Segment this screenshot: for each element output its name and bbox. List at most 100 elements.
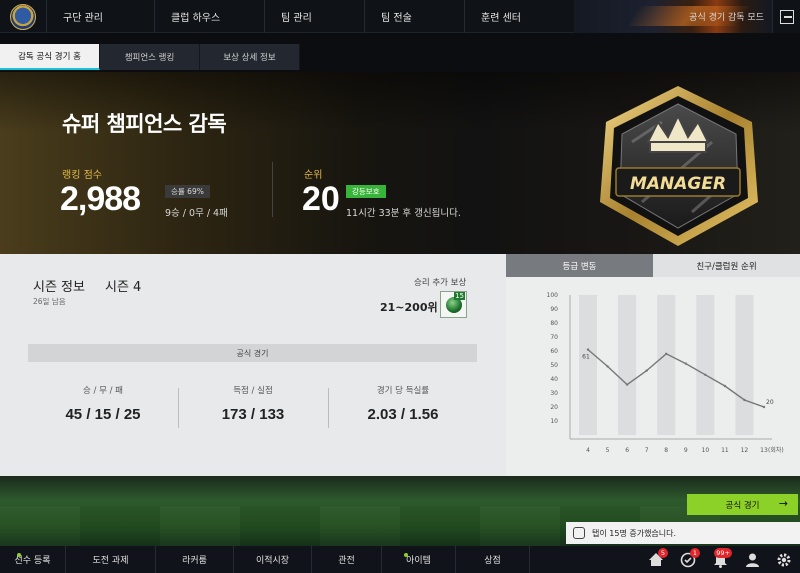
bnav-locker-room[interactable]: 라커룸 — [156, 546, 234, 573]
promo-text: 공식 경기 감독 모드 — [689, 13, 764, 23]
win-reward-label: 승리 추가 보상 — [414, 278, 467, 288]
stat-label: 득점 / 실점 — [233, 386, 273, 396]
rank-point — [606, 365, 609, 368]
rank-point — [645, 369, 648, 372]
gear-icon[interactable] — [768, 546, 800, 573]
rank-point — [762, 405, 766, 409]
stat-label: 승 / 무 / 패 — [83, 386, 123, 396]
bell-badge: 99+ — [714, 548, 732, 558]
rank-point — [723, 384, 727, 388]
tab-champions-ranking[interactable]: 챔피언스 랭킹 — [100, 44, 200, 70]
stat-goals: 득점 / 실점 173 / 133 — [178, 384, 328, 423]
y-tick-label: 40 — [550, 376, 558, 383]
rank-value: 20 — [302, 180, 340, 218]
nav-training-center[interactable]: 훈련 센터 — [464, 0, 574, 33]
win-reward-range: 21~200위 — [380, 301, 438, 314]
x-unit-label: (회차) — [768, 446, 784, 454]
y-tick-label: 70 — [550, 334, 558, 341]
y-tick-label: 90 — [550, 306, 558, 313]
tab-rank-change[interactable]: 등급 변동 — [506, 254, 653, 277]
x-tick-label: 5 — [606, 447, 610, 454]
rank-point — [704, 373, 707, 376]
rank-point — [625, 383, 629, 386]
data-label: 20 — [766, 399, 774, 406]
winrate-badge: 승률 69% — [165, 185, 210, 198]
manager-emblem-icon: MANAGER — [600, 86, 758, 246]
nav-club-house[interactable]: 클럽 하우스 — [154, 0, 264, 33]
relegation-protect-badge: 강등보호 — [346, 185, 386, 198]
official-match-button[interactable]: 공식 경기 → — [687, 494, 798, 515]
sub-tabs: 감독 공식 경기 홈 챔피언스 랭킹 보상 상세 정보 — [0, 44, 300, 70]
season-panel: 시즌 정보 시즌 4 26일 남음 승리 추가 보상 21~200위 15 공식… — [0, 254, 506, 476]
emblem-text: MANAGER — [630, 174, 726, 194]
rank-graph-panel: 등급 변동 친구/클럽원 순위 10 20 30 40 50 60 70 80 90 100 4 5 6… — [506, 254, 800, 476]
notice-icon — [573, 527, 585, 539]
rank-point — [586, 348, 590, 351]
ranking-score-value: 2,988 — [60, 180, 141, 218]
tab-friend-ranking[interactable]: 친구/클럽원 순위 — [653, 254, 800, 277]
bnav-spectate[interactable]: 관전 — [312, 546, 382, 573]
chart-grid-band — [735, 295, 754, 435]
bnav-label: 아이템 — [406, 556, 431, 566]
rank-point — [743, 398, 746, 402]
stat-label: 경기 당 득실률 — [376, 386, 430, 396]
top-nav: 구단 관리 클럽 하우스 팀 관리 팀 전술 훈련 센터 공식 경기 감독 모드 — [0, 0, 800, 33]
exit-icon[interactable] — [772, 0, 800, 33]
mission-badge: 1 — [690, 548, 700, 558]
x-tick-label: 7 — [645, 447, 649, 454]
hero-divider — [272, 162, 273, 217]
x-tick-label: 10 — [702, 447, 710, 454]
x-tick-label: 4 — [586, 447, 590, 454]
rank-label: 순위 — [304, 170, 323, 181]
season-remaining: 26일 남음 — [33, 297, 66, 306]
hero-banner: 슈퍼 챔피언스 감독 랭킹 점수 2,988 승률 69% 9승 / 0무 / … — [0, 72, 800, 254]
x-tick-label: 9 — [684, 447, 688, 454]
nav-team-management[interactable]: 팀 관리 — [264, 0, 364, 33]
bell-icon[interactable]: 99+ — [704, 546, 736, 573]
profile-icon[interactable] — [736, 546, 768, 573]
season-number: 시즌 4 — [105, 280, 142, 295]
tab-manager-home[interactable]: 감독 공식 경기 홈 — [0, 44, 100, 70]
home-icon[interactable]: 5 — [640, 546, 672, 573]
notification-toast[interactable]: 탭이 15명 증가했습니다. — [566, 522, 800, 544]
nav-team-tactics[interactable]: 팀 전술 — [364, 0, 464, 33]
club-logo-icon[interactable] — [0, 0, 46, 33]
new-dot — [404, 553, 408, 557]
match-type-bar: 공식 경기 — [28, 344, 477, 362]
x-tick-label: 6 — [625, 447, 629, 454]
arrow-right-icon: → — [778, 497, 788, 510]
stat-win-draw-loss: 승 / 무 / 패 45 / 15 / 25 — [28, 384, 178, 423]
chart-grid-band — [657, 295, 676, 435]
data-label: 61 — [582, 354, 590, 361]
rank-point — [684, 362, 687, 365]
new-dot — [17, 553, 21, 557]
bnav-player-register[interactable]: 선수 등록 — [0, 546, 66, 573]
home-badge: 5 — [658, 548, 668, 558]
ranking-score-label: 랭킹 점수 — [62, 170, 102, 181]
x-tick-label: 8 — [664, 447, 668, 454]
chart-grid-band — [696, 295, 715, 435]
reward-item-icon[interactable]: 15 — [440, 291, 467, 318]
bnav-label: 도전 과제 — [92, 556, 129, 566]
mission-icon[interactable]: 1 — [672, 546, 704, 573]
bnav-label: 상점 — [484, 556, 501, 566]
bnav-items[interactable]: 아이템 — [382, 546, 456, 573]
bnav-shop[interactable]: 상점 — [456, 546, 530, 573]
chart-grid-band — [579, 295, 597, 435]
bnav-transfer-market[interactable]: 이적시장 — [234, 546, 312, 573]
x-tick-label: 13 — [760, 447, 768, 454]
y-tick-label: 80 — [550, 320, 558, 327]
bottom-icons: 5 1 99+ — [640, 546, 800, 573]
nav-club-management[interactable]: 구단 관리 — [46, 0, 154, 33]
tab-reward-details[interactable]: 보상 상세 정보 — [200, 44, 300, 70]
bnav-challenges[interactable]: 도전 과제 — [66, 546, 156, 573]
notice-text: 탭이 15명 증가했습니다. — [592, 528, 677, 538]
x-tick-label: 11 — [721, 447, 729, 454]
nav-promo-banner[interactable]: 공식 경기 감독 모드 — [574, 0, 772, 33]
division-title: 슈퍼 챔피언스 감독 — [62, 112, 227, 136]
update-time-text: 11시간 33분 후 갱신됩니다. — [346, 208, 461, 219]
rank-change-chart: 10 20 30 40 50 60 70 80 90 100 4 5 6 7 8 9 10 11 12 13 (회차) 6… — [506, 277, 800, 476]
stat-value: 45 / 15 / 25 — [65, 406, 141, 423]
bnav-label: 라커룸 — [182, 556, 207, 566]
x-tick-label: 12 — [741, 447, 749, 454]
